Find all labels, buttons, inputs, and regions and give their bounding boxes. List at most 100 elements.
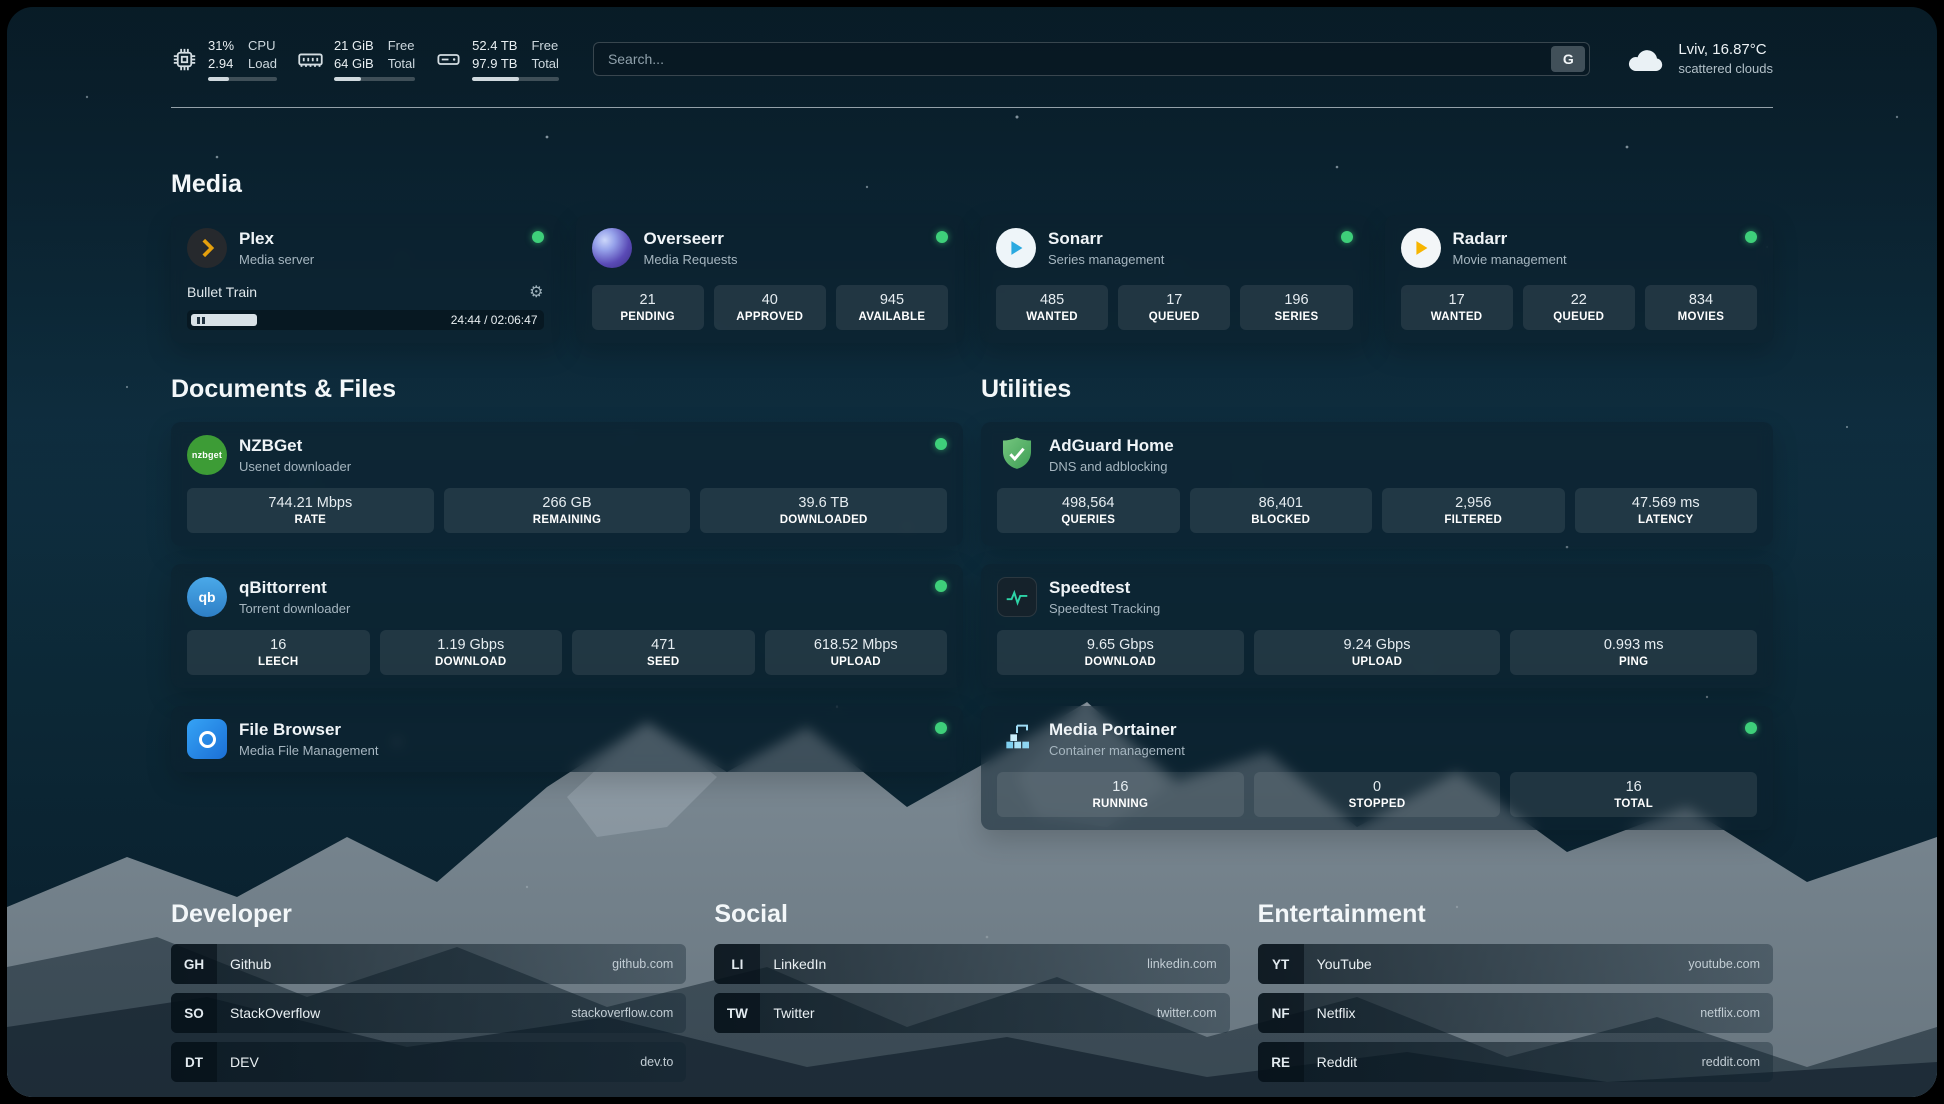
stat-filtered: 2,956 FILTERED bbox=[1382, 488, 1565, 533]
stats-row: 498,564 QUERIES 86,401 BLOCKED 2,956 FIL… bbox=[997, 488, 1757, 533]
stat-download: 9.65 Gbps DOWNLOAD bbox=[997, 630, 1244, 675]
bookmark-name: DEV bbox=[230, 1054, 259, 1070]
app-name: AdGuard Home bbox=[1049, 436, 1174, 456]
stat-value: 9.24 Gbps bbox=[1258, 637, 1497, 653]
card-filebrowser[interactable]: File Browser Media File Management bbox=[171, 706, 963, 772]
search-engine-button[interactable]: G bbox=[1551, 46, 1585, 72]
stat-queued: 22 QUEUED bbox=[1523, 285, 1635, 330]
stat-label: UPLOAD bbox=[769, 656, 944, 668]
app-desc: Usenet downloader bbox=[239, 459, 351, 474]
dashboard-window: 31% 2.94 CPU Load bbox=[7, 7, 1937, 1097]
status-online-dot bbox=[935, 438, 947, 450]
app-desc: Media server bbox=[239, 252, 314, 267]
pause-icon[interactable] bbox=[197, 317, 205, 324]
card-plex[interactable]: Plex Media server Bullet Train ⚙ 24:44 / bbox=[171, 215, 560, 343]
ram-label-bottom: Total bbox=[388, 55, 415, 73]
stat-label: SERIES bbox=[1244, 311, 1348, 323]
bookmark-badge: TW bbox=[714, 993, 760, 1033]
overseerr-icon bbox=[592, 228, 632, 268]
stat-value: 16 bbox=[191, 637, 366, 653]
stat-value: 485 bbox=[1000, 292, 1104, 308]
bookmark-url: twitter.com bbox=[1157, 1006, 1217, 1020]
card-overseerr[interactable]: Overseerr Media Requests 21 PENDING 40 A… bbox=[576, 215, 965, 343]
stat-label: TOTAL bbox=[1514, 798, 1753, 810]
bookmark-url: github.com bbox=[612, 957, 673, 971]
nzbget-icon-text: nzbget bbox=[192, 450, 222, 460]
entertainment-column: Entertainment YT YouTube youtube.com NF … bbox=[1258, 900, 1773, 1082]
stat-label: RUNNING bbox=[1001, 798, 1240, 810]
stat-label: QUEUED bbox=[1122, 311, 1226, 323]
status-online-dot bbox=[532, 231, 544, 243]
playback-progress-bar[interactable]: 24:44 / 02:06:47 bbox=[187, 310, 544, 330]
stat-value: 471 bbox=[576, 637, 751, 653]
stat-value: 17 bbox=[1405, 292, 1509, 308]
settings-gear-icon[interactable]: ⚙ bbox=[529, 282, 543, 302]
bookmark-badge: YT bbox=[1258, 944, 1304, 984]
card-sonarr[interactable]: Sonarr Series management 485 WANTED 17 Q… bbox=[980, 215, 1369, 343]
app-name: Media Portainer bbox=[1049, 720, 1185, 740]
cpu-label-bottom: Load bbox=[248, 55, 277, 73]
card-radarr[interactable]: Radarr Movie management 17 WANTED 22 QUE… bbox=[1385, 215, 1774, 343]
card-adguard[interactable]: AdGuard Home DNS and adblocking 498,564 … bbox=[981, 422, 1773, 546]
bookmark-dev[interactable]: DT DEV dev.to bbox=[171, 1042, 686, 1082]
card-nzbget[interactable]: nzbget NZBGet Usenet downloader 744.21 M… bbox=[171, 422, 963, 546]
app-name: Overseerr bbox=[644, 229, 738, 249]
status-online-dot bbox=[1341, 231, 1353, 243]
stat-label: APPROVED bbox=[718, 311, 822, 323]
bookmark-badge: LI bbox=[714, 944, 760, 984]
card-portainer[interactable]: Media Portainer Container management 16 … bbox=[981, 706, 1773, 830]
app-desc: DNS and adblocking bbox=[1049, 459, 1174, 474]
stat-value: 498,564 bbox=[1001, 495, 1176, 511]
bookmark-stackoverflow[interactable]: SO StackOverflow stackoverflow.com bbox=[171, 993, 686, 1033]
weather-condition: scattered clouds bbox=[1678, 60, 1773, 78]
bookmark-github[interactable]: GH Github github.com bbox=[171, 944, 686, 984]
radarr-icon bbox=[1401, 228, 1441, 268]
weather-widget: Lviv, 16.87°C scattered clouds bbox=[1624, 40, 1773, 78]
stat-value: 22 bbox=[1527, 292, 1631, 308]
bookmark-twitter[interactable]: TW Twitter twitter.com bbox=[714, 993, 1229, 1033]
search-bar: G bbox=[593, 42, 1590, 76]
app-desc: Movie management bbox=[1453, 252, 1567, 267]
card-qbittorrent[interactable]: qb qBittorrent Torrent downloader 16 LEE… bbox=[171, 564, 963, 688]
disk-label-bottom: Total bbox=[531, 55, 558, 73]
stat-value: 2,956 bbox=[1386, 495, 1561, 511]
app-desc: Media File Management bbox=[239, 743, 378, 758]
stat-movies: 834 MOVIES bbox=[1645, 285, 1757, 330]
bookmark-url: netflix.com bbox=[1700, 1006, 1760, 1020]
app-desc: Series management bbox=[1048, 252, 1164, 267]
stat-label: WANTED bbox=[1000, 311, 1104, 323]
cpu-progress-fill bbox=[208, 77, 229, 81]
stats-row: 485 WANTED 17 QUEUED 196 SERIES bbox=[996, 285, 1353, 330]
bookmark-netflix[interactable]: NF Netflix netflix.com bbox=[1258, 993, 1773, 1033]
search-input[interactable] bbox=[593, 42, 1590, 76]
stat-downloaded: 39.6 TB DOWNLOADED bbox=[700, 488, 947, 533]
stat-remaining: 266 GB REMAINING bbox=[444, 488, 691, 533]
ram-total: 64 GiB bbox=[334, 55, 374, 73]
app-desc: Torrent downloader bbox=[239, 601, 350, 616]
app-desc: Container management bbox=[1049, 743, 1185, 758]
bookmark-youtube[interactable]: YT YouTube youtube.com bbox=[1258, 944, 1773, 984]
stat-value: 266 GB bbox=[448, 495, 687, 511]
stat-value: 9.65 Gbps bbox=[1001, 637, 1240, 653]
bookmark-badge: GH bbox=[171, 944, 217, 984]
stat-label: BLOCKED bbox=[1194, 514, 1369, 526]
utilities-column: Utilities bbox=[981, 375, 1773, 830]
card-speedtest[interactable]: Speedtest Speedtest Tracking 9.65 Gbps D… bbox=[981, 564, 1773, 688]
stats-row: 16 RUNNING 0 STOPPED 16 TOTAL bbox=[997, 772, 1757, 817]
bookmark-reddit[interactable]: RE Reddit reddit.com bbox=[1258, 1042, 1773, 1082]
stat-label: LEECH bbox=[191, 656, 366, 668]
stat-value: 40 bbox=[718, 292, 822, 308]
ram-label-top: Free bbox=[388, 37, 415, 55]
stat-value: 744.21 Mbps bbox=[191, 495, 430, 511]
stat-label: QUEUED bbox=[1527, 311, 1631, 323]
stat-queued: 17 QUEUED bbox=[1118, 285, 1230, 330]
section-title-entertainment: Entertainment bbox=[1258, 900, 1773, 929]
portainer-icon bbox=[997, 719, 1037, 759]
disk-icon bbox=[435, 46, 462, 73]
app-desc: Media Requests bbox=[644, 252, 738, 267]
bookmark-name: Netflix bbox=[1317, 1005, 1356, 1021]
stat-value: 17 bbox=[1122, 292, 1226, 308]
bookmark-name: LinkedIn bbox=[773, 956, 826, 972]
bookmark-linkedin[interactable]: LI LinkedIn linkedin.com bbox=[714, 944, 1229, 984]
stat-value: 86,401 bbox=[1194, 495, 1369, 511]
